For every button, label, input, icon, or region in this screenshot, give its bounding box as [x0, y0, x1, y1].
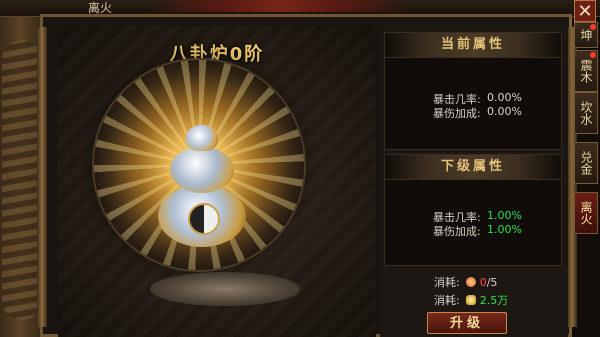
- bagua-furnace-icon: [152, 125, 252, 255]
- tab-label: 离火: [579, 201, 593, 225]
- tab-label: 坎水: [579, 101, 593, 125]
- cost-line: 消耗: 0/5: [434, 274, 497, 290]
- gold-ingot-icon: [465, 295, 476, 305]
- stat-value: 1.00%: [487, 223, 522, 236]
- tab-label: 震木: [579, 59, 593, 83]
- notification-dot: [590, 52, 596, 58]
- dragon-ornament: [2, 40, 42, 320]
- furnace-lid: [186, 125, 218, 151]
- tab-zhen-mu[interactable]: 震木: [574, 50, 598, 92]
- cost-have: 0: [479, 276, 487, 289]
- tab-kan-shui[interactable]: 坎水: [574, 92, 598, 134]
- yin-yang-icon: [188, 203, 220, 235]
- attribute-panel: 当前属性 暴击几率: 0.00% 暴伤加成: 0.00% 下级属性 暴击几率: …: [380, 26, 568, 337]
- cost-label: 消耗:: [434, 276, 460, 289]
- title-ornament: [150, 0, 410, 12]
- current-attributes-header: 当前属性: [385, 33, 561, 58]
- tab-label: 兑金: [579, 151, 593, 175]
- trigram-tabs: 坤 震木 坎水 兑金 离火: [572, 22, 600, 337]
- tab-kun[interactable]: 坤: [574, 22, 598, 48]
- fire-gem-icon: [465, 277, 476, 287]
- current-attributes: 当前属性 暴击几率: 0.00% 暴伤加成: 0.00%: [384, 32, 562, 150]
- stat-value: 0.00%: [487, 105, 522, 118]
- cost-line: 消耗: 2.5万: [434, 292, 508, 308]
- cost-need: /5: [486, 276, 498, 289]
- notification-dot: [590, 24, 596, 30]
- stat-label: 暴伤加成:: [433, 107, 481, 120]
- tab-label: 坤: [579, 29, 593, 41]
- furnace-middle: [170, 147, 234, 193]
- close-button[interactable]: ✕: [574, 0, 596, 22]
- stat-label: 暴伤加成:: [433, 225, 481, 238]
- stone-pedestal: [150, 272, 300, 306]
- upgrade-button[interactable]: 升级: [427, 312, 507, 334]
- tab-li-huo[interactable]: 离火: [574, 192, 598, 234]
- cost-label: 消耗:: [434, 294, 460, 307]
- tab-dui-jin[interactable]: 兑金: [574, 142, 598, 184]
- next-attributes: 下级属性 暴击几率: 1.00% 暴伤加成: 1.00%: [384, 154, 562, 266]
- frame-pillar-left: [37, 27, 47, 327]
- cost-amount: 2.5万: [479, 294, 509, 307]
- stat-value: 1.00%: [487, 209, 522, 222]
- stat-value: 0.00%: [487, 91, 522, 104]
- next-attributes-header: 下级属性: [385, 155, 561, 180]
- upgrade-cost: 消耗: 0/5 消耗: 2.5万: [384, 272, 562, 312]
